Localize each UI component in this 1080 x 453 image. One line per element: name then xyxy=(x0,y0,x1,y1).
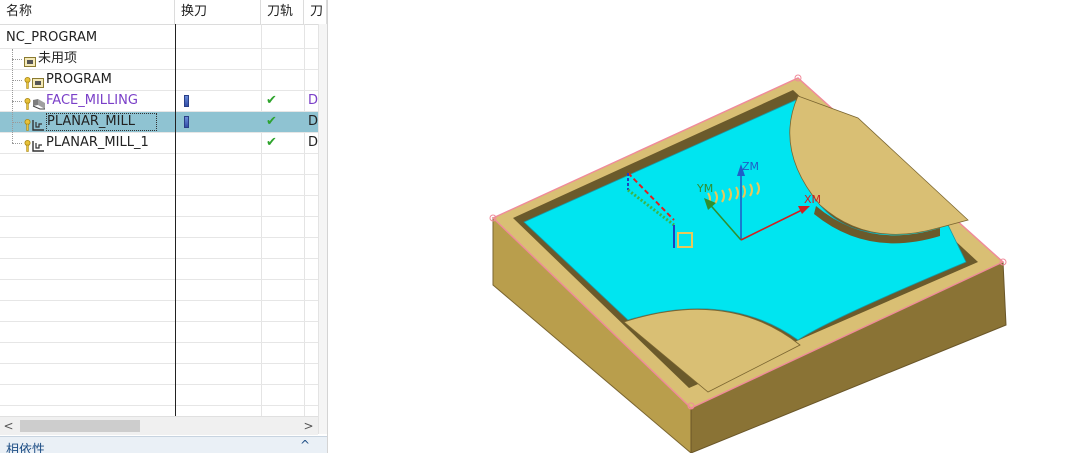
empty-row xyxy=(0,154,318,175)
tree-row[interactable]: NC_PROGRAM xyxy=(0,28,318,49)
column-header-name[interactable]: 名称 xyxy=(0,0,175,24)
column-resize-guide xyxy=(175,24,176,416)
navigator-header: 名称 换刀 刀轨 刀 xyxy=(0,0,327,25)
column-header-tool-change[interactable]: 换刀 xyxy=(175,0,261,24)
tree-connector xyxy=(12,80,22,81)
empty-row xyxy=(0,217,318,238)
tree-connector xyxy=(12,59,22,60)
scroll-right-button[interactable]: > xyxy=(300,417,317,435)
tree-row-name: NC_PROGRAM xyxy=(6,30,98,45)
toolpath-ok-icon: ✔ xyxy=(266,114,277,129)
key-icon xyxy=(24,95,31,110)
column-header-toolpath[interactable]: 刀轨 xyxy=(261,0,304,24)
tree-row[interactable]: 未用项 xyxy=(0,49,318,70)
tree-connector xyxy=(12,101,22,102)
empty-row xyxy=(0,175,318,196)
tool-change-icon xyxy=(184,95,189,107)
tree-row[interactable]: PROGRAM xyxy=(0,70,318,91)
key-icon xyxy=(24,74,31,89)
operation-navigator: 名称 换刀 刀轨 刀 NC_PROGRAM 未用项 PROGRAM FACE_MILL… xyxy=(0,0,328,453)
tool-change-icon xyxy=(184,116,189,128)
tool-column-value: D xyxy=(308,135,319,150)
empty-row xyxy=(0,280,318,301)
dependencies-label: 相依性 xyxy=(6,443,46,453)
empty-row xyxy=(0,364,318,385)
xm-label: XM xyxy=(804,193,821,206)
navigator-tree: NC_PROGRAM 未用项 PROGRAM FACE_MILLING ✔ D PLANAR… xyxy=(0,28,318,427)
tree-row-name: PLANAR_MILL_1 xyxy=(46,135,149,150)
zm-label: ZM xyxy=(742,160,759,173)
key-icon xyxy=(24,116,31,131)
scroll-thumb[interactable] xyxy=(20,420,140,432)
tree-row-name: PROGRAM xyxy=(46,72,112,87)
empty-row xyxy=(0,322,318,343)
dependencies-panel-header[interactable]: 相依性 ^ xyxy=(0,436,327,453)
scroll-left-button[interactable]: < xyxy=(0,417,17,435)
empty-row xyxy=(0,385,318,406)
empty-row xyxy=(0,196,318,217)
tool-column-value: D xyxy=(308,93,319,108)
graphics-window[interactable]: ZM YM XM xyxy=(328,0,1080,453)
tree-row-name: FACE_MILLING xyxy=(46,93,138,108)
empty-row xyxy=(0,259,318,280)
tree-connector xyxy=(12,49,13,143)
column-header-tool[interactable]: 刀 xyxy=(304,0,327,24)
horizontal-scrollbar[interactable]: < > xyxy=(0,416,318,435)
part-model-scene[interactable]: ZM YM XM xyxy=(328,0,1080,453)
empty-row xyxy=(0,343,318,364)
ym-label: YM xyxy=(696,182,713,195)
collapse-chevron-icon[interactable]: ^ xyxy=(300,438,310,452)
tree-connector xyxy=(12,143,22,144)
tree-row[interactable]: FACE_MILLING ✔ D xyxy=(0,91,318,112)
toolpath-ok-icon: ✔ xyxy=(266,93,277,108)
tool-column-value: D xyxy=(308,114,319,129)
vertical-scrollbar[interactable] xyxy=(318,24,327,434)
tree-row-name: PLANAR_MILL xyxy=(46,113,157,131)
tree-row[interactable]: PLANAR_MILL ✔ D xyxy=(0,112,318,133)
key-icon xyxy=(24,137,31,152)
toolpath-ok-icon: ✔ xyxy=(266,135,277,150)
tree-connector xyxy=(12,122,22,123)
empty-row xyxy=(0,238,318,259)
empty-row xyxy=(0,301,318,322)
tree-row[interactable]: PLANAR_MILL_1 ✔ D xyxy=(0,133,318,154)
tree-row-name: 未用项 xyxy=(38,51,78,66)
